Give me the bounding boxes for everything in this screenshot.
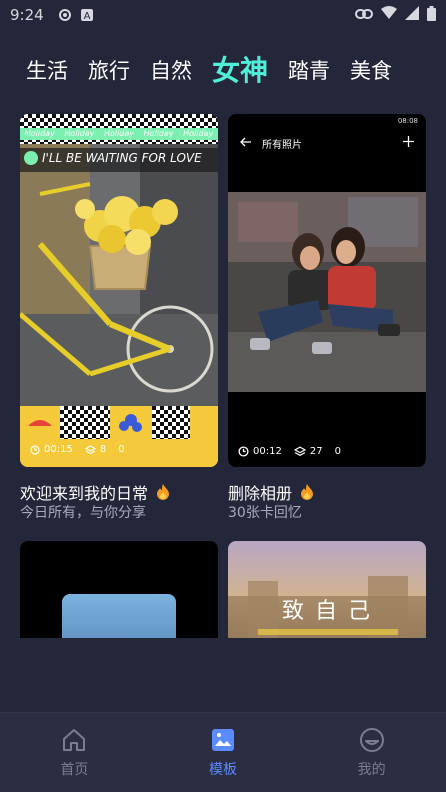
fire-icon (301, 484, 314, 500)
card-overlay-text: 致 自 己 (282, 599, 372, 624)
card-title-text: 欢迎来到我的日常 (20, 484, 149, 503)
mini-status-bar: 08:08 (236, 117, 418, 127)
svg-text:A: A (83, 11, 90, 22)
card-thumbnail (20, 114, 218, 467)
template-card-self[interactable]: 致 自 己 (228, 541, 426, 638)
banner-text: Holiday (24, 129, 55, 138)
category-tabs: 生活 旅行 自然 女神 踏青 美食 (0, 50, 446, 92)
wifi-icon (381, 6, 397, 24)
template-card-phone[interactable] (20, 541, 218, 638)
card-subtitle: 30张卡回忆 (228, 505, 302, 521)
album-title: 所有照片 (262, 139, 302, 151)
template-card-album[interactable]: 08:08 所有照片 00:12 27 0 (228, 114, 426, 467)
card-subtitle: 今日所有，与你分享 (20, 505, 146, 521)
template-icon (211, 728, 234, 751)
layers-icon (293, 446, 306, 457)
status-time: 9:24 (10, 6, 44, 24)
nav-home-label: 首页 (60, 761, 89, 778)
tab-travel[interactable]: 旅行 (88, 50, 130, 92)
layers-icon (84, 444, 96, 454)
tab-life[interactable]: 生活 (26, 50, 68, 92)
card-thumbnail (62, 594, 176, 638)
template-card-daily[interactable]: Holiday Holiday Holiday Holiday Holiday … (20, 114, 218, 467)
settings-notification-icon (58, 8, 72, 22)
tab-food[interactable]: 美食 (350, 50, 392, 92)
nav-me-label: 我的 (357, 761, 386, 778)
duration-value: 00:12 (253, 446, 282, 457)
layers-value: 27 (309, 446, 323, 457)
card-stats: 00:15 8 0 (30, 444, 131, 455)
battery-icon (427, 5, 436, 25)
tab-goddess[interactable]: 女神 (212, 50, 268, 92)
banner-text: Holiday (183, 129, 214, 138)
mini-status-time: 08:08 (397, 117, 418, 125)
layers-value: 8 (99, 444, 107, 455)
duration-value: 00:15 (44, 444, 73, 455)
tab-nature[interactable]: 自然 (150, 50, 192, 92)
nav-templates[interactable]: 模板 (173, 727, 273, 779)
home-icon (63, 728, 86, 751)
banner-text: Holiday (64, 129, 95, 138)
duration-stat: 00:15 (30, 444, 73, 455)
link-icon (355, 6, 373, 24)
tab-outing[interactable]: 踏青 (288, 50, 330, 92)
font-notification-icon: A (80, 8, 94, 22)
card-title-text: 删除相册 (228, 484, 293, 503)
clock-icon (238, 446, 249, 457)
banner-text: Holiday (143, 129, 174, 138)
status-bar: 9:24 A (0, 0, 446, 30)
fire-icon (157, 484, 170, 500)
smiley-icon (359, 727, 384, 752)
holiday-banner: Holiday Holiday Holiday Holiday Holiday (20, 129, 218, 141)
card-overlay-text: I'LL BE WAITING FOR LOVE (42, 151, 202, 165)
clock-icon (30, 444, 40, 455)
album-photo (228, 192, 426, 392)
layers-stat: 27 (293, 446, 323, 457)
album-header: 所有照片 (228, 132, 426, 154)
card-title: 欢迎来到我的日常 (20, 480, 170, 504)
likes-stat: 0 (334, 446, 341, 457)
banner-text: Holiday (103, 129, 135, 138)
nav-me[interactable]: 我的 (322, 727, 422, 779)
add-icon (403, 136, 414, 150)
card-stats: 00:12 27 0 (238, 446, 347, 457)
nav-home[interactable]: 首页 (24, 727, 124, 779)
duration-stat: 00:12 (238, 446, 282, 457)
back-arrow-icon (240, 137, 252, 150)
layers-stat: 8 (84, 444, 107, 455)
bottom-nav: 首页 模板 我的 (0, 712, 446, 792)
nav-templates-label: 模板 (208, 761, 237, 778)
signal-icon (405, 6, 419, 24)
likes-stat: 0 (118, 444, 125, 455)
card-title: 删除相册 (228, 480, 314, 504)
